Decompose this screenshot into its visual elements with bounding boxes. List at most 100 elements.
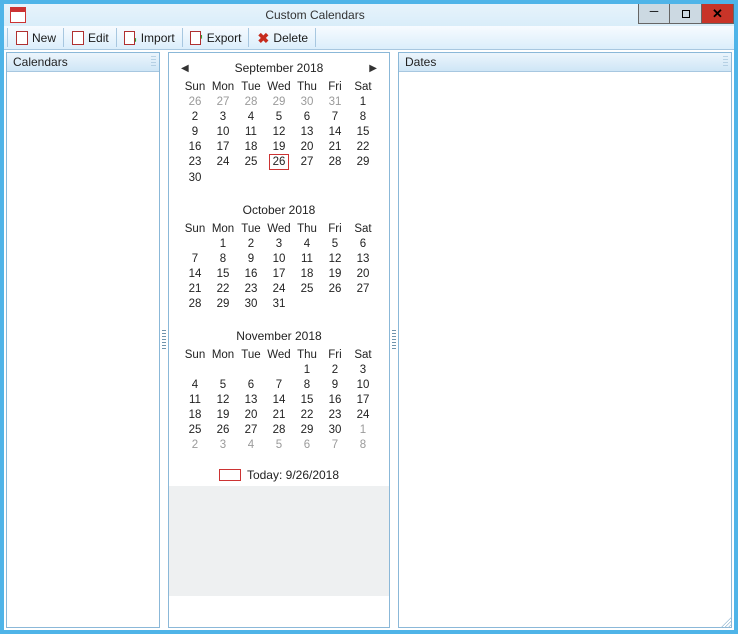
calendar-day[interactable]: 14 (181, 266, 209, 281)
calendar-day[interactable]: 8 (293, 377, 321, 392)
calendar-day[interactable]: 11 (237, 124, 265, 139)
calendar-day[interactable]: 30 (181, 170, 209, 185)
calendar-day[interactable]: 27 (237, 422, 265, 437)
calendar-day[interactable]: 8 (209, 251, 237, 266)
calendar-day[interactable]: 2 (181, 109, 209, 124)
month-title[interactable]: October 2018 (243, 203, 316, 217)
calendar-day[interactable]: 31 (321, 94, 349, 109)
calendar-day[interactable]: 17 (265, 266, 293, 281)
calendar-day[interactable]: 2 (181, 437, 209, 452)
calendar-day[interactable]: 5 (321, 236, 349, 251)
calendar-day[interactable]: 16 (321, 392, 349, 407)
next-month-button[interactable]: ▶ (365, 61, 381, 76)
calendar-day[interactable]: 1 (349, 94, 377, 109)
calendar-day[interactable]: 29 (265, 94, 293, 109)
calendar-day[interactable]: 29 (293, 422, 321, 437)
calendar-day[interactable]: 20 (237, 407, 265, 422)
calendar-day[interactable]: 23 (321, 407, 349, 422)
month-title[interactable]: September 2018 (235, 61, 324, 75)
calendar-day[interactable]: 1 (293, 362, 321, 377)
calendar-day[interactable]: 13 (293, 124, 321, 139)
calendar-day[interactable]: 8 (349, 437, 377, 452)
calendar-day[interactable]: 29 (209, 296, 237, 311)
calendar-day[interactable]: 15 (293, 392, 321, 407)
calendar-day[interactable]: 17 (209, 139, 237, 154)
calendar-day[interactable]: 27 (293, 154, 321, 170)
calendar-day[interactable]: 18 (237, 139, 265, 154)
calendar-day[interactable]: 25 (293, 281, 321, 296)
calendar-day[interactable]: 16 (237, 266, 265, 281)
calendar-day[interactable]: 26 (321, 281, 349, 296)
calendar-day[interactable]: 7 (321, 109, 349, 124)
calendar-day[interactable]: 6 (349, 236, 377, 251)
calendar-day[interactable]: 6 (293, 109, 321, 124)
calendar-day[interactable]: 24 (265, 281, 293, 296)
calendar-day[interactable]: 29 (349, 154, 377, 170)
calendar-day[interactable]: 5 (265, 109, 293, 124)
calendar-day[interactable]: 22 (209, 281, 237, 296)
resize-grip[interactable] (720, 616, 732, 628)
calendar-day[interactable]: 21 (265, 407, 293, 422)
calendar-day[interactable]: 22 (293, 407, 321, 422)
calendar-day[interactable]: 3 (209, 437, 237, 452)
calendar-day[interactable]: 9 (321, 377, 349, 392)
calendar-day[interactable]: 8 (349, 109, 377, 124)
calendar-day[interactable]: 26 (181, 94, 209, 109)
calendar-day[interactable]: 27 (209, 94, 237, 109)
calendar-day[interactable]: 28 (181, 296, 209, 311)
calendar-day[interactable]: 16 (181, 139, 209, 154)
calendar-day[interactable]: 13 (237, 392, 265, 407)
calendar-day[interactable]: 2 (321, 362, 349, 377)
calendar-day[interactable]: 21 (321, 139, 349, 154)
calendar-day[interactable]: 10 (349, 377, 377, 392)
calendar-day[interactable]: 24 (349, 407, 377, 422)
calendar-day[interactable]: 10 (265, 251, 293, 266)
calendar-day[interactable]: 4 (181, 377, 209, 392)
splitter-left[interactable] (162, 52, 166, 628)
calendar-day[interactable]: 30 (321, 422, 349, 437)
prev-month-button[interactable]: ◀ (177, 61, 193, 76)
splitter-right[interactable] (392, 52, 396, 628)
delete-button[interactable]: ✖ Delete (250, 26, 314, 49)
calendar-day[interactable]: 14 (321, 124, 349, 139)
month-title[interactable]: November 2018 (236, 329, 321, 343)
calendar-day[interactable]: 6 (237, 377, 265, 392)
calendar-day[interactable]: 28 (237, 94, 265, 109)
calendar-day[interactable]: 3 (265, 236, 293, 251)
calendar-day[interactable]: 22 (349, 139, 377, 154)
calendar-day[interactable]: 9 (181, 124, 209, 139)
calendar-day[interactable]: 25 (181, 422, 209, 437)
calendar-day[interactable]: 14 (265, 392, 293, 407)
calendar-day[interactable]: 5 (265, 437, 293, 452)
calendar-day[interactable]: 12 (321, 251, 349, 266)
calendar-day[interactable]: 3 (349, 362, 377, 377)
calendar-day[interactable]: 19 (209, 407, 237, 422)
calendar-day[interactable]: 3 (209, 109, 237, 124)
calendar-day[interactable]: 4 (293, 236, 321, 251)
calendar-day[interactable]: 20 (349, 266, 377, 281)
calendar-day[interactable]: 17 (349, 392, 377, 407)
calendar-day[interactable]: 23 (237, 281, 265, 296)
calendar-day[interactable]: 31 (265, 296, 293, 311)
calendar-day[interactable]: 28 (321, 154, 349, 170)
calendar-day[interactable]: 15 (349, 124, 377, 139)
calendar-day[interactable]: 7 (321, 437, 349, 452)
calendar-day[interactable]: 19 (265, 139, 293, 154)
calendar-day[interactable]: 26 (265, 154, 293, 170)
dates-list[interactable] (399, 72, 731, 627)
calendars-list[interactable] (7, 72, 159, 627)
calendar-day[interactable]: 7 (265, 377, 293, 392)
import-button[interactable]: ↘ Import (118, 26, 181, 49)
calendar-day[interactable]: 9 (237, 251, 265, 266)
calendar-day[interactable]: 21 (181, 281, 209, 296)
calendar-day[interactable]: 26 (209, 422, 237, 437)
calendar-day[interactable]: 10 (209, 124, 237, 139)
calendar-day[interactable]: 1 (349, 422, 377, 437)
calendar-day[interactable]: 7 (181, 251, 209, 266)
calendar-day[interactable]: 2 (237, 236, 265, 251)
today-link[interactable]: Today: 9/26/2018 (175, 468, 383, 482)
edit-button[interactable]: Edit (65, 26, 115, 49)
calendar-day[interactable]: 11 (293, 251, 321, 266)
close-button[interactable]: ✕ (702, 4, 734, 24)
calendar-day[interactable]: 28 (265, 422, 293, 437)
